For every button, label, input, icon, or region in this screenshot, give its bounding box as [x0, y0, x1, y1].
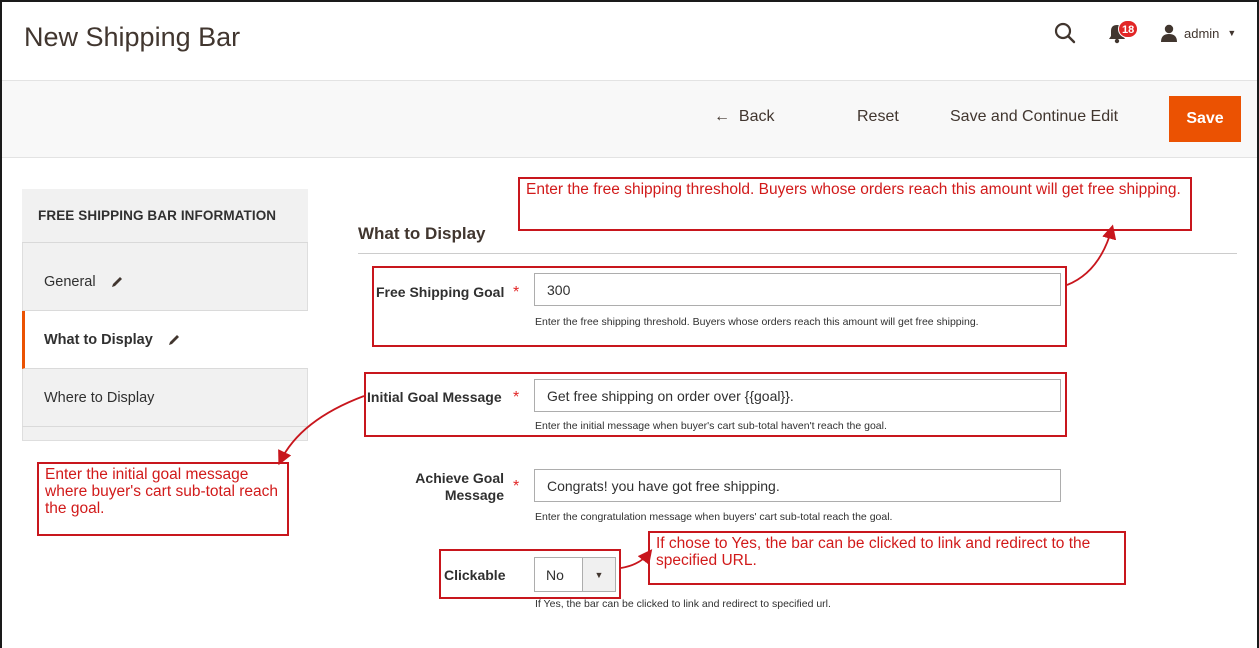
chevron-down-icon: ▼	[1227, 28, 1237, 38]
user-name: admin	[1184, 25, 1220, 41]
sidebar-title: FREE SHIPPING BAR INFORMATION	[22, 189, 308, 243]
achieve-goal-message-input[interactable]	[534, 469, 1061, 502]
clickable-note: If Yes, the bar can be clicked to link a…	[535, 598, 831, 610]
save-and-continue-button[interactable]: Save and Continue Edit	[950, 108, 1118, 126]
sidebar-item-general[interactable]: General	[22, 253, 308, 311]
sidebar-item-label: Where to Display	[44, 389, 155, 406]
reset-button[interactable]: Reset	[857, 108, 899, 126]
arrow-left-icon: ←	[714, 108, 730, 125]
section-title: What to Display	[358, 224, 486, 243]
highlight-initial-goal-message	[364, 372, 1067, 437]
sidebar-item-label: General	[44, 273, 96, 290]
page-title: New Shipping Bar	[24, 22, 241, 52]
pencil-icon	[111, 276, 122, 287]
section-divider	[358, 253, 1237, 254]
save-button[interactable]: Save	[1169, 96, 1241, 142]
highlight-clickable	[439, 549, 621, 599]
pencil-icon	[168, 334, 179, 345]
achieve-goal-label-line1: Achieve Goal	[415, 470, 504, 486]
search-icon[interactable]	[1054, 22, 1076, 44]
admin-user-menu[interactable]: admin ▼	[1160, 23, 1236, 43]
achieve-goal-label-line2: Message	[444, 487, 504, 503]
back-label: Back	[738, 108, 775, 125]
achieve-goal-message-note: Enter the congratulation message when bu…	[535, 511, 893, 523]
sidebar-item-label: What to Display	[44, 331, 153, 348]
achieve-goal-message-label: Achieve Goal Message	[400, 470, 504, 504]
notification-badge: 18	[1118, 20, 1139, 38]
user-icon	[1161, 24, 1177, 42]
required-asterisk: *	[513, 478, 520, 495]
callout-clickable: If chose to Yes, the bar can be clicked …	[648, 531, 1126, 585]
callout-initial-goal-message: Enter the initial goal message where buy…	[37, 462, 289, 536]
back-button[interactable]: ← Back	[714, 108, 774, 126]
callout-free-shipping-goal: Enter the free shipping threshold. Buyer…	[518, 177, 1192, 231]
sidebar-item-where-to-display[interactable]: Where to Display	[22, 369, 308, 427]
highlight-free-shipping-goal	[372, 266, 1067, 347]
sidebar-item-what-to-display[interactable]: What to Display	[22, 311, 308, 369]
